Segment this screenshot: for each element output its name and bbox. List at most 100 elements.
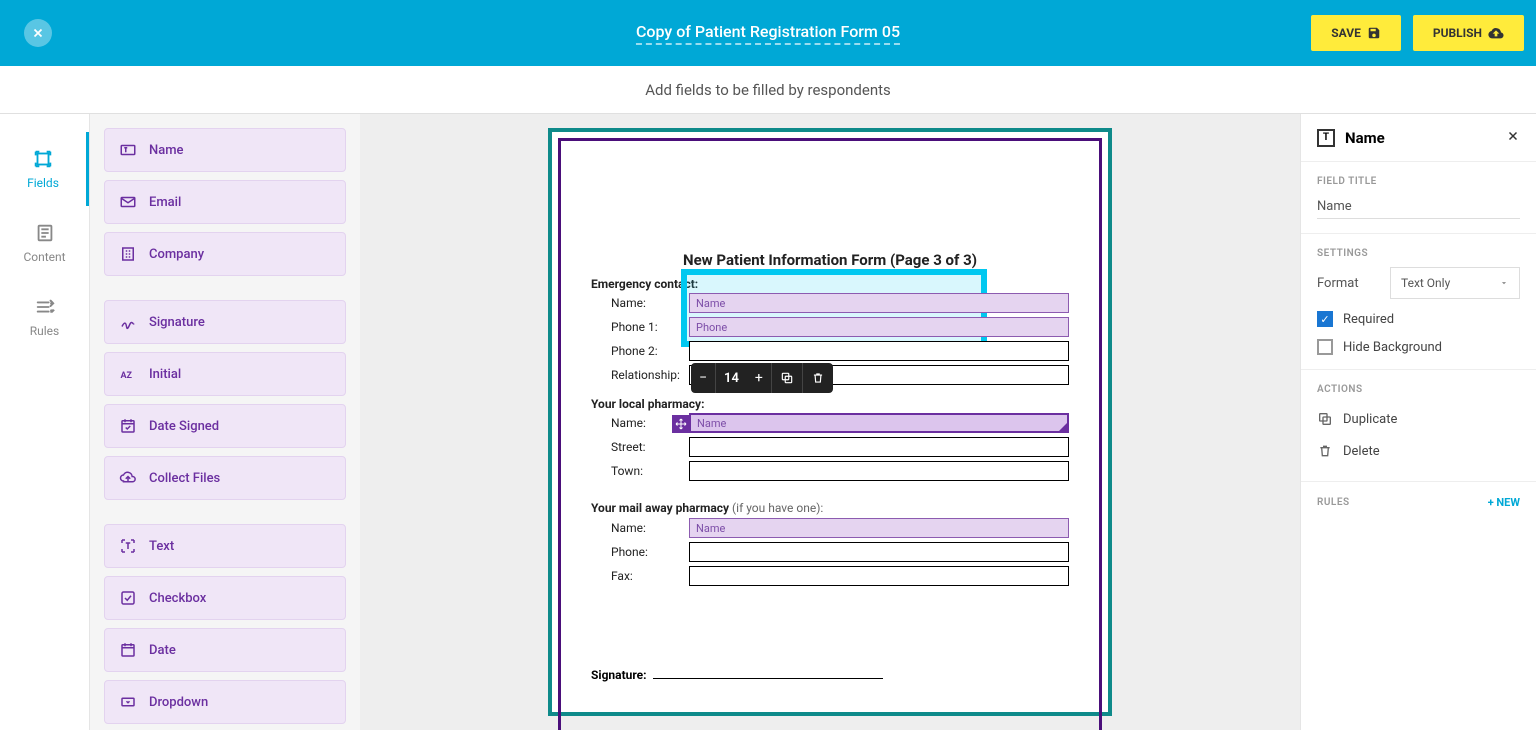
nav-rules-label: Rules bbox=[30, 324, 59, 338]
fields-icon bbox=[32, 148, 54, 170]
format-select[interactable]: Text Only bbox=[1390, 267, 1520, 299]
emergency-relationship-row: Relationship: − 14 + bbox=[591, 363, 1069, 387]
delete-label: Delete bbox=[1343, 444, 1380, 459]
size-increase-button[interactable]: + bbox=[747, 363, 772, 393]
field-collect-files[interactable]: Collect Files bbox=[104, 456, 346, 500]
mailaway-fax-input[interactable] bbox=[689, 566, 1069, 586]
content-icon bbox=[34, 222, 56, 244]
text-scan-icon bbox=[119, 537, 137, 555]
pharmacy-town-input[interactable] bbox=[689, 461, 1069, 481]
field-collect-files-label: Collect Files bbox=[149, 471, 220, 486]
publish-label: PUBLISH bbox=[1433, 26, 1482, 40]
field-date[interactable]: Date bbox=[104, 628, 346, 672]
settings-label: SETTINGS bbox=[1317, 248, 1520, 259]
field-title-input[interactable] bbox=[1317, 195, 1520, 219]
delete-field-button[interactable] bbox=[803, 363, 833, 393]
svg-text:AZ: AZ bbox=[121, 371, 133, 381]
duplicate-action[interactable]: Duplicate bbox=[1317, 403, 1520, 435]
move-icon bbox=[675, 418, 687, 430]
move-handle[interactable] bbox=[672, 415, 690, 433]
properties-panel: T Name FIELD TITLE SETTINGS Format Text … bbox=[1300, 114, 1536, 730]
nav-rules[interactable]: Rules bbox=[0, 280, 89, 354]
field-name[interactable]: Name bbox=[104, 128, 346, 172]
field-company[interactable]: Company bbox=[104, 232, 346, 276]
checkbox-empty-icon bbox=[1317, 339, 1333, 355]
emergency-phone1-row: Phone 1: Phone bbox=[591, 315, 1069, 339]
field-dropdown[interactable]: Dropdown bbox=[104, 680, 346, 724]
hide-bg-checkbox[interactable]: Hide Background bbox=[1317, 339, 1520, 355]
field-checkbox[interactable]: Checkbox bbox=[104, 576, 346, 620]
publish-button[interactable]: PUBLISH bbox=[1413, 15, 1524, 51]
mailaway-name-label: Name: bbox=[591, 521, 681, 535]
emergency-name-row: Name: Name bbox=[591, 291, 1069, 315]
field-title-label: FIELD TITLE bbox=[1317, 176, 1520, 187]
text-field-icon: T bbox=[1317, 129, 1335, 147]
signature-icon bbox=[119, 313, 137, 331]
mailaway-name-input[interactable]: Name bbox=[689, 518, 1069, 538]
emergency-title: Emergency contact: bbox=[591, 277, 1069, 291]
field-text[interactable]: Text bbox=[104, 524, 346, 568]
calendar-check-icon bbox=[119, 417, 137, 435]
field-text-label: Text bbox=[149, 539, 174, 554]
building-icon bbox=[119, 245, 137, 263]
field-title-section: FIELD TITLE bbox=[1301, 162, 1536, 234]
emergency-phone2-input[interactable] bbox=[689, 341, 1069, 361]
document-page: New Patient Information Form (Page 3 of … bbox=[548, 128, 1112, 716]
checkbox-icon bbox=[119, 589, 137, 607]
field-initial-label: Initial bbox=[149, 367, 181, 382]
rules-icon bbox=[34, 296, 56, 318]
close-button[interactable] bbox=[24, 19, 52, 47]
panel-close-button[interactable] bbox=[1506, 128, 1520, 147]
nav-fields[interactable]: Fields bbox=[0, 132, 89, 206]
header-actions: SAVE PUBLISH bbox=[1311, 15, 1524, 51]
copy-icon bbox=[780, 371, 794, 385]
save-button[interactable]: SAVE bbox=[1311, 15, 1401, 51]
pharmacy-name-label: Name: bbox=[591, 416, 681, 430]
signature-row: Signature: bbox=[591, 668, 1069, 682]
signature-line bbox=[653, 678, 883, 679]
emergency-phone1-input[interactable]: Phone bbox=[689, 317, 1069, 337]
canvas[interactable]: New Patient Information Form (Page 3 of … bbox=[360, 114, 1300, 730]
duplicate-field-button[interactable] bbox=[772, 363, 803, 393]
emergency-name-label: Name: bbox=[591, 296, 681, 310]
pharmacy-name-input[interactable]: Name bbox=[689, 413, 1069, 433]
format-value: Text Only bbox=[1401, 276, 1450, 290]
mailaway-phone-row: Phone: bbox=[591, 540, 1069, 564]
new-rule-button[interactable]: + NEW bbox=[1488, 496, 1520, 509]
dropdown-icon bbox=[119, 693, 137, 711]
fields-panel: Name Email Company Signature AZ Initial bbox=[90, 114, 360, 730]
text-box-icon bbox=[119, 141, 137, 159]
emergency-phone1-label: Phone 1: bbox=[591, 320, 681, 334]
field-signature[interactable]: Signature bbox=[104, 300, 346, 344]
emergency-name-input[interactable]: Name bbox=[689, 293, 1069, 313]
delete-action[interactable]: Delete bbox=[1317, 435, 1520, 467]
mailaway-phone-label: Phone: bbox=[591, 545, 681, 559]
nav-content[interactable]: Content bbox=[0, 206, 89, 280]
checkbox-checked-icon: ✓ bbox=[1317, 311, 1333, 327]
pharmacy-street-input[interactable] bbox=[689, 437, 1069, 457]
calendar-icon bbox=[119, 641, 137, 659]
field-group-identity: Name Email Company bbox=[104, 128, 346, 276]
top-header: Copy of Patient Registration Form 05 SAV… bbox=[0, 0, 1536, 66]
field-date-signed[interactable]: Date Signed bbox=[104, 404, 346, 448]
pharmacy-name-placeholder: Name bbox=[697, 417, 726, 430]
field-dropdown-label: Dropdown bbox=[149, 695, 208, 710]
size-decrease-button[interactable]: − bbox=[691, 363, 716, 393]
chevron-down-icon bbox=[1499, 278, 1509, 288]
initial-icon: AZ bbox=[119, 365, 137, 383]
document-title[interactable]: Copy of Patient Registration Form 05 bbox=[636, 22, 900, 45]
field-initial[interactable]: AZ Initial bbox=[104, 352, 346, 396]
signature-label: Signature: bbox=[591, 668, 647, 682]
close-icon bbox=[31, 26, 45, 40]
pharmacy-street-row: Street: bbox=[591, 435, 1069, 459]
field-size-toolbar: − 14 + bbox=[691, 363, 833, 393]
mailaway-title-wrap: Your mail away pharmacy (if you have one… bbox=[591, 497, 1069, 516]
mailaway-fax-row: Fax: bbox=[591, 564, 1069, 588]
envelope-icon bbox=[119, 193, 137, 211]
field-group-signing: Signature AZ Initial Date Signed Collect… bbox=[104, 300, 346, 500]
field-email[interactable]: Email bbox=[104, 180, 346, 224]
save-label: SAVE bbox=[1331, 26, 1361, 40]
mailaway-name-row: Name: Name bbox=[591, 516, 1069, 540]
required-checkbox[interactable]: ✓ Required bbox=[1317, 311, 1520, 327]
mailaway-phone-input[interactable] bbox=[689, 542, 1069, 562]
